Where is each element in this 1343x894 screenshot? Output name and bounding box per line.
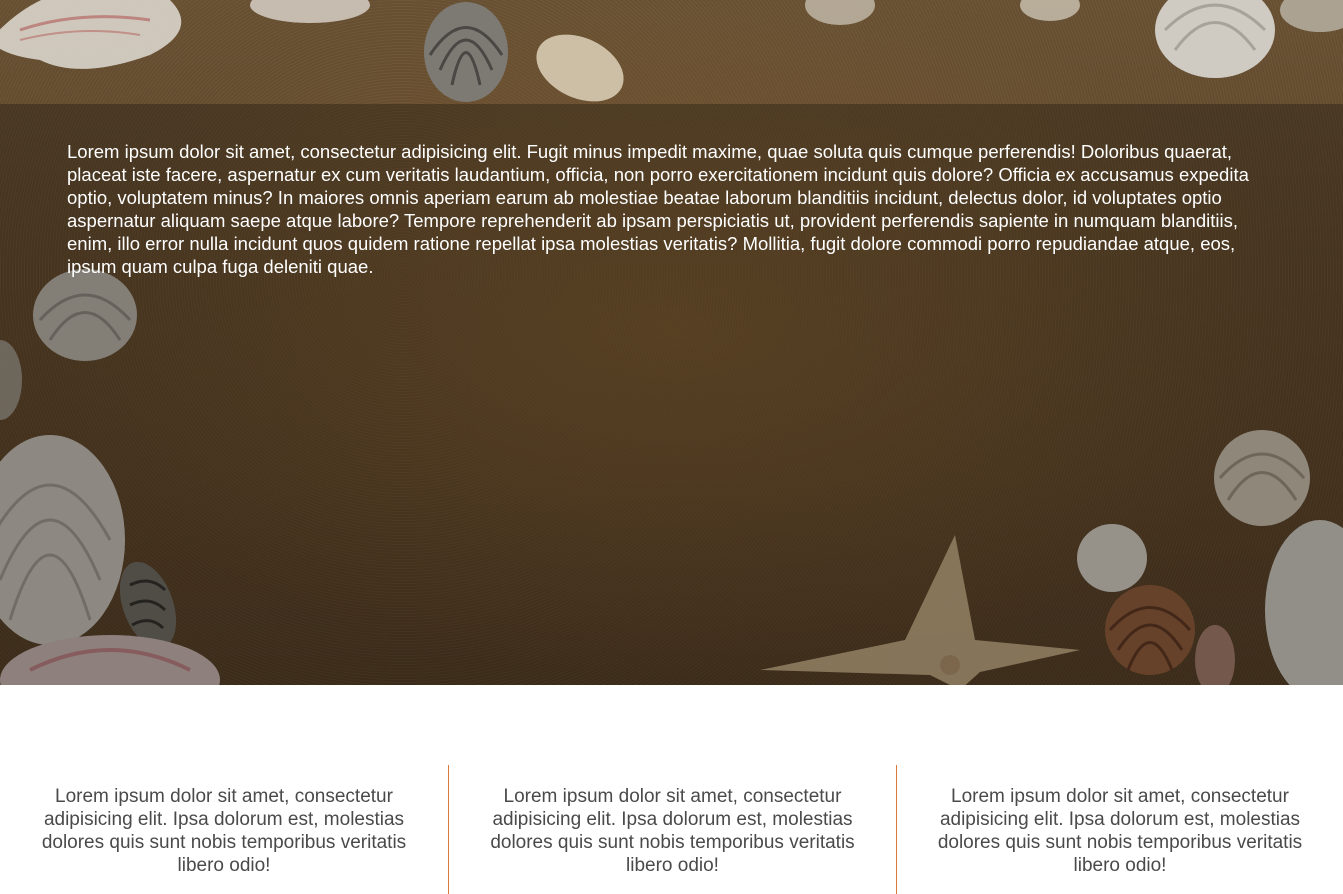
column-3: Lorem ipsum dolor sit amet, consectetur … bbox=[896, 765, 1343, 894]
seashell-top-4 bbox=[805, 0, 875, 25]
hero-section: Lorem ipsum dolor sit amet, consectetur … bbox=[0, 0, 1343, 685]
column-2-text: Lorem ipsum dolor sit amet, consectetur … bbox=[490, 786, 855, 876]
seashell-top-2 bbox=[424, 2, 508, 102]
seashell-top-right bbox=[1155, 0, 1275, 78]
seashell-top-left bbox=[0, 0, 182, 69]
column-2: Lorem ipsum dolor sit amet, consectetur … bbox=[448, 765, 896, 894]
seashell-top-5 bbox=[1020, 0, 1080, 21]
hero-paragraph: Lorem ipsum dolor sit amet, consectetur … bbox=[67, 141, 1249, 277]
seashell-top-1 bbox=[250, 0, 370, 23]
seashell-top-far-right bbox=[1280, 0, 1343, 32]
column-1: Lorem ipsum dolor sit amet, consectetur … bbox=[0, 765, 448, 894]
seashell-top-3 bbox=[536, 34, 624, 102]
three-column-section: Lorem ipsum dolor sit amet, consectetur … bbox=[0, 765, 1343, 894]
column-3-text: Lorem ipsum dolor sit amet, consectetur … bbox=[937, 786, 1303, 876]
column-1-text: Lorem ipsum dolor sit amet, consectetur … bbox=[41, 786, 407, 876]
